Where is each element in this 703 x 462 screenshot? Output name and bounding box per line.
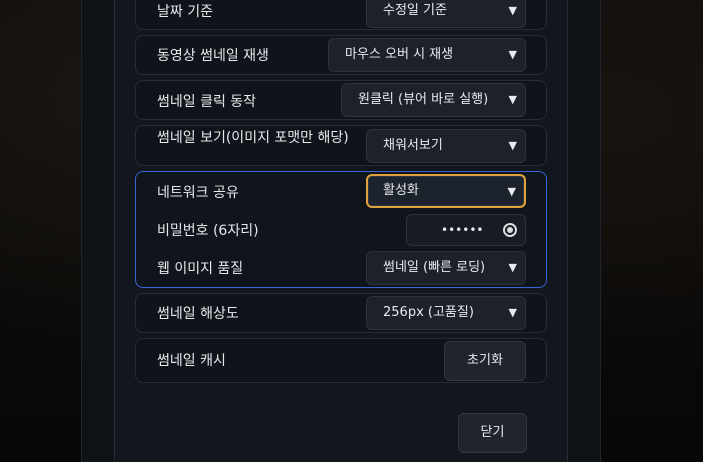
chevron-down-icon: ▼ <box>508 261 517 274</box>
network-share-select[interactable]: 활성화 ▼ <box>366 174 526 208</box>
password-input[interactable]: •••••• <box>406 214 526 246</box>
chevron-down-icon: ▼ <box>508 139 517 152</box>
thumb-view-mode-select[interactable]: 채워서보기 ▼ <box>366 129 526 163</box>
thumb-view-mode-label: 썸네일 보기(이미지 포맷만 해당) <box>157 130 349 146</box>
thumb-click-action-label: 썸네일 클릭 동작 <box>157 94 257 110</box>
thumb-click-action-value: 원클릭 (뷰어 바로 실행) <box>358 92 489 107</box>
reset-cache-button[interactable]: 초기화 <box>444 341 526 381</box>
date-basis-value: 수정일 기준 <box>383 3 447 18</box>
web-quality-select[interactable]: 썸네일 (빠른 로딩) ▼ <box>366 251 526 285</box>
thumb-resolution-label: 썸네일 해상도 <box>157 306 239 322</box>
thumb-resolution-select[interactable]: 256px (고품질) ▼ <box>366 296 526 330</box>
thumb-cache-label: 썸네일 캐시 <box>157 353 226 369</box>
video-thumb-play-label: 동영상 썸네일 재생 <box>157 48 269 64</box>
network-share-label: 네트워크 공유 <box>157 185 239 201</box>
eye-icon[interactable] <box>503 223 517 237</box>
chevron-down-icon: ▼ <box>508 306 517 319</box>
web-quality-value: 썸네일 (빠른 로딩) <box>383 260 486 275</box>
chevron-down-icon: ▼ <box>507 185 516 198</box>
thumb-resolution-value: 256px (고품질) <box>383 305 474 320</box>
date-basis-label: 날짜 기준 <box>157 4 213 20</box>
password-label: 비밀번호 (6자리) <box>157 223 259 239</box>
network-share-value: 활성화 <box>383 183 419 198</box>
password-value: •••••• <box>441 223 484 237</box>
date-basis-select[interactable]: 수정일 기준 ▼ <box>366 0 526 28</box>
chevron-down-icon: ▼ <box>508 4 517 17</box>
chevron-down-icon: ▼ <box>508 93 517 106</box>
web-quality-label: 웹 이미지 품질 <box>157 261 244 277</box>
video-thumb-play-select[interactable]: 마우스 오버 시 재생 ▼ <box>328 38 526 72</box>
close-button[interactable]: 닫기 <box>458 413 527 453</box>
thumb-view-mode-value: 채워서보기 <box>383 138 443 153</box>
thumb-click-action-select[interactable]: 원클릭 (뷰어 바로 실행) ▼ <box>341 83 526 117</box>
chevron-down-icon: ▼ <box>508 48 517 61</box>
video-thumb-play-value: 마우스 오버 시 재생 <box>345 47 454 62</box>
